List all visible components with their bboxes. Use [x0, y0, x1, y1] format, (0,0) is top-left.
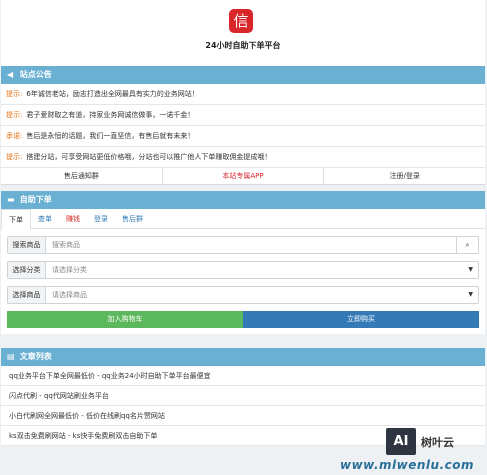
category-select-value: 请选择分类: [52, 266, 87, 274]
category-select[interactable]: 请选择分类 ▼: [46, 262, 478, 278]
order-tabs: 下单 查单 赚钱 登录 售后群: [1, 209, 485, 230]
search-input[interactable]: 搜索商品: [46, 237, 456, 253]
add-to-cart-button[interactable]: 加入购物车: [7, 311, 243, 328]
article-link[interactable]: 小白代刷网全网最低价 - 低价在线刷qq名片赞网站: [1, 406, 485, 426]
chevron-down-icon: ▼: [468, 291, 473, 298]
notice-tag: 提示:: [6, 153, 23, 161]
tab-login[interactable]: 登录: [87, 209, 115, 228]
notice-item: 提示: 君子爱财取之有道，持家业务网诚信做事，一诺千金！: [1, 105, 485, 126]
articles-panel-header: ▤ 文章列表: [1, 348, 485, 366]
notice-panel-header: ◀ 站点公告: [1, 66, 485, 84]
product-select[interactable]: 请选择商品 ▼: [46, 287, 478, 303]
watermark: AI 树叶云 www.mlwenlu.com: [336, 425, 486, 475]
notice-panel-title: 站点公告: [19, 70, 52, 79]
notice-item: 提示: 搭建分站，可享受网站更低价格哦，分站也可以推广他人下单赚取佣金提成哦！: [1, 147, 485, 168]
cart-icon: ▬: [7, 195, 15, 204]
article-link[interactable]: qq业务平台下单全网最低价 - qq业务24小时自助下单平台最便宜: [1, 366, 485, 386]
product-row: 选择商品 请选择商品 ▼: [7, 286, 479, 304]
search-label: 搜索商品: [8, 237, 46, 253]
site-logo[interactable]: 信: [229, 9, 253, 33]
chevron-down-icon: ▼: [468, 266, 473, 273]
product-label: 选择商品: [8, 287, 46, 303]
articles-panel-title: 文章列表: [19, 352, 52, 361]
notice-tag: 承诺:: [6, 132, 23, 140]
register-login-link[interactable]: 注册/登录: [324, 168, 485, 184]
tab-query[interactable]: 查单: [31, 209, 59, 228]
notice-item: 承诺: 售后是永恒的话题，我们一直坚信，有售后就有未来！: [1, 126, 485, 147]
page: 信 24小时自助下单平台 ◀ 站点公告 提示: 6年诚信老站，励志打造出全网最具有…: [1, 0, 485, 446]
watermark-badge: AI: [386, 428, 416, 455]
notice-item: 提示: 6年诚信老站，励志打造出全网最具有实力的业务网站！: [1, 84, 485, 105]
after-sales-group-link[interactable]: 售后通知群: [1, 168, 163, 184]
notice-list: 提示: 6年诚信老站，励志打造出全网最具有实力的业务网站！ 提示: 君子爱财取之有道…: [1, 84, 485, 168]
order-buttons: 加入购物车 立即购买: [7, 311, 479, 328]
notice-links: 售后通知群 本站专属APP 注册/登录: [1, 168, 485, 185]
notice-text: 搭建分站，可享受网站更低价格哦，分站也可以推广他人下单赚取佣金提成哦！: [26, 153, 272, 161]
order-panel-title: 自助下单: [19, 195, 52, 204]
category-row: 选择分类 请选择分类 ▼: [7, 261, 479, 279]
speaker-icon: ◀: [7, 70, 14, 79]
notice-text: 售后是永恒的话题，我们一直坚信，有售后就有未来！: [26, 132, 195, 140]
search-button[interactable]: ⌕: [456, 237, 478, 253]
watermark-name: 树叶云: [421, 436, 454, 449]
tab-support-group[interactable]: 售后群: [115, 209, 150, 228]
search-row: 搜索商品 搜索商品 ⌕: [7, 236, 479, 254]
watermark-url: www.mlwenlu.com: [340, 458, 475, 472]
tab-order[interactable]: 下单: [1, 209, 31, 230]
site-title: 24小时自助下单平台: [205, 41, 281, 50]
notice-text: 6年诚信老站，励志打造出全网最具有实力的业务网站！: [26, 90, 199, 98]
notice-tag: 提示:: [6, 111, 23, 119]
notice-tag: 提示:: [6, 90, 23, 98]
list-icon: ▤: [7, 352, 15, 361]
search-icon: ⌕: [465, 241, 470, 249]
buy-now-button[interactable]: 立即购买: [243, 311, 479, 328]
order-panel-header: ▬ 自助下单: [1, 191, 485, 209]
product-select-value: 请选择商品: [52, 291, 87, 299]
order-panel: 下单 查单 赚钱 登录 售后群 搜索商品 搜索商品 ⌕ 选择分类 请选择分类 ▼ …: [1, 209, 485, 334]
tab-earn[interactable]: 赚钱: [59, 209, 87, 228]
article-link[interactable]: 闪点代刷 - qq代网站刷业务平台: [1, 386, 485, 406]
site-header: 信 24小时自助下单平台: [1, 0, 485, 66]
notice-text: 君子爱财取之有道，持家业务网诚信做事，一诺千金！: [26, 111, 195, 119]
app-download-link[interactable]: 本站专属APP: [163, 168, 325, 184]
category-label: 选择分类: [8, 262, 46, 278]
